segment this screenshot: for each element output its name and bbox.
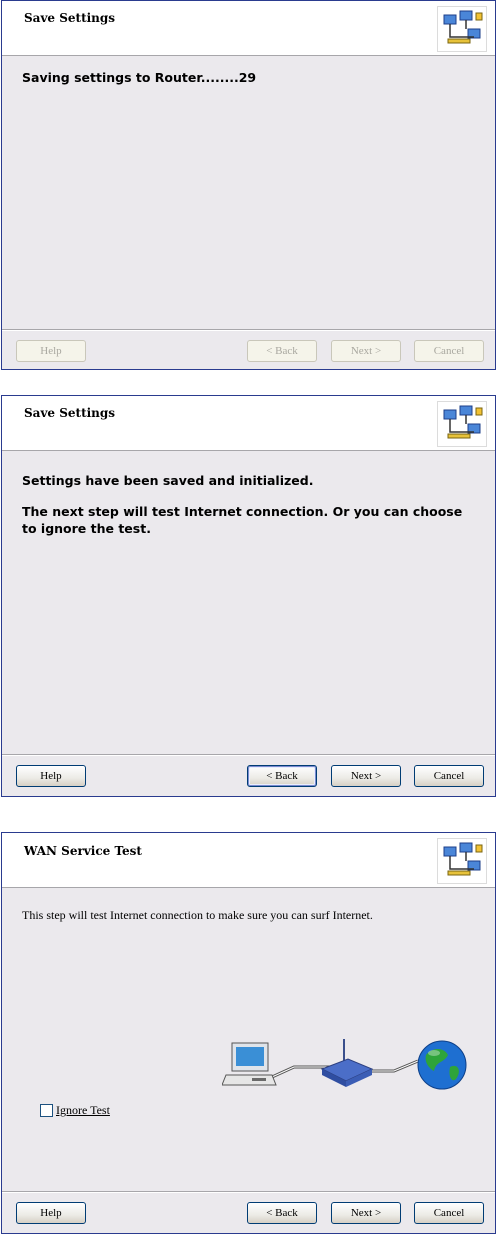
help-button[interactable]: Help	[16, 1202, 86, 1224]
ignore-test-label[interactable]: Ignore Test	[56, 1103, 110, 1118]
dialog-title: Save Settings	[24, 406, 116, 420]
wan-service-test-dialog: WAN Service Test This step will test Int…	[1, 832, 496, 1234]
cancel-button[interactable]: Cancel	[414, 1202, 484, 1224]
dialog-body: This step will test Internet connection …	[22, 907, 477, 938]
network-wizard-icon	[437, 401, 487, 447]
network-diagram	[221, 1033, 472, 1099]
next-button[interactable]: Next >	[331, 1202, 401, 1224]
globe-icon	[417, 1040, 467, 1090]
ignore-test-checkbox[interactable]	[40, 1104, 53, 1117]
next-button[interactable]: Next >	[331, 340, 401, 362]
save-settings-dialog-complete: Save Settings Settings have been saved a…	[1, 395, 496, 797]
next-step-message: The next step will test Internet connect…	[22, 504, 463, 536]
dialog-header: WAN Service Test	[2, 833, 495, 888]
help-button[interactable]: Help	[16, 765, 86, 787]
router-icon	[320, 1039, 374, 1087]
progress-text: Saving settings to Router........29	[22, 70, 257, 85]
dialog-title: Save Settings	[24, 11, 116, 25]
next-button[interactable]: Next >	[331, 765, 401, 787]
separator	[2, 329, 495, 331]
cancel-button[interactable]: Cancel	[414, 340, 484, 362]
network-wizard-icon	[437, 6, 487, 52]
dialog-header: Save Settings	[2, 1, 495, 56]
dialog-header: Save Settings	[2, 396, 495, 451]
back-button[interactable]: < Back	[247, 340, 317, 362]
help-button[interactable]: Help	[16, 340, 86, 362]
back-button[interactable]: < Back	[247, 1202, 317, 1224]
network-wizard-icon	[437, 838, 487, 884]
saved-message: Settings have been saved and initialized…	[22, 473, 314, 488]
dialog-body: Saving settings to Router........29	[22, 69, 477, 100]
dialog-body: Settings have been saved and initialized…	[22, 472, 477, 551]
back-button[interactable]: < Back	[247, 765, 317, 787]
test-description: This step will test Internet connection …	[22, 908, 373, 922]
separator	[2, 754, 495, 756]
computer-icon	[221, 1042, 277, 1086]
dialog-title: WAN Service Test	[24, 844, 142, 858]
save-settings-dialog-progress: Save Settings Saving settings to Router.…	[1, 0, 496, 370]
separator	[2, 1191, 495, 1193]
cancel-button[interactable]: Cancel	[414, 765, 484, 787]
ignore-test-row[interactable]: Ignore Test	[40, 1103, 110, 1118]
